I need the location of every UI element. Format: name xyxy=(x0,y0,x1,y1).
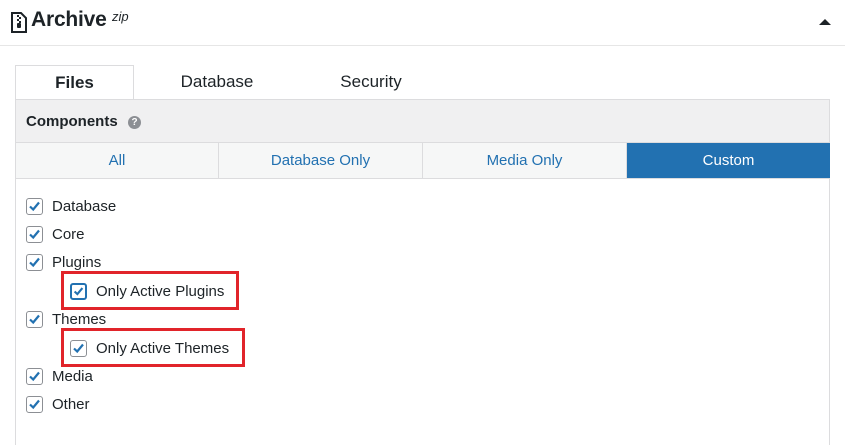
checkmark-icon xyxy=(29,229,40,239)
preset-all-button[interactable]: All xyxy=(16,143,219,178)
component-preset-selector: All Database Only Media Only Custom xyxy=(16,143,830,179)
database-checkbox-label: Database xyxy=(52,197,117,215)
core-checkbox-label: Core xyxy=(52,225,85,243)
preset-custom-button[interactable]: Custom xyxy=(627,143,830,178)
checkbox-row-database: Database xyxy=(26,195,116,217)
media-checkbox[interactable] xyxy=(26,367,43,385)
checkbox-row-core: Core xyxy=(26,223,85,245)
core-checkbox[interactable] xyxy=(26,225,43,243)
checkmark-icon xyxy=(29,314,40,324)
tab-security[interactable]: Security xyxy=(312,65,430,100)
only-active-plugins-checkbox[interactable] xyxy=(70,282,87,300)
themes-checkbox-label: Themes xyxy=(52,310,107,328)
other-checkbox[interactable] xyxy=(26,395,43,413)
checkmark-icon xyxy=(29,201,40,211)
tab-database[interactable]: Database xyxy=(157,65,277,100)
themes-checkbox[interactable] xyxy=(26,310,43,328)
checkmark-icon xyxy=(29,371,40,381)
tab-files[interactable]: Files xyxy=(15,65,134,100)
archive-panel-header: Archive zip xyxy=(0,0,845,46)
only-active-plugins-label: Only Active Plugins xyxy=(96,282,225,300)
checkbox-row-only-active-plugins: Only Active Plugins xyxy=(70,280,224,302)
database-checkbox[interactable] xyxy=(26,197,43,215)
checkmark-icon xyxy=(29,257,40,267)
components-header: Components ? xyxy=(16,100,829,143)
question-circle-icon[interactable]: ? xyxy=(128,116,141,129)
components-title: Components xyxy=(26,113,118,130)
checkmark-icon xyxy=(73,343,84,353)
plugins-checkbox-label: Plugins xyxy=(52,253,102,271)
title-format-label: zip xyxy=(112,9,129,24)
checkbox-row-only-active-themes: Only Active Themes xyxy=(70,337,229,359)
checkbox-row-plugins: Plugins xyxy=(26,251,101,273)
only-active-themes-label: Only Active Themes xyxy=(96,339,230,357)
checkbox-row-other: Other xyxy=(26,393,90,415)
zip-file-icon xyxy=(11,12,27,33)
preset-media-only-button[interactable]: Media Only xyxy=(423,143,627,178)
page-title: Archive xyxy=(31,8,107,31)
only-active-themes-checkbox[interactable] xyxy=(70,339,87,357)
caret-up-icon[interactable] xyxy=(819,18,831,26)
preset-database-only-button[interactable]: Database Only xyxy=(219,143,423,178)
checkmark-icon xyxy=(29,399,40,409)
checkbox-row-media: Media xyxy=(26,365,93,387)
plugins-checkbox[interactable] xyxy=(26,253,43,271)
checkbox-row-themes: Themes xyxy=(26,308,106,330)
other-checkbox-label: Other xyxy=(52,395,90,413)
checkmark-icon xyxy=(73,286,84,296)
media-checkbox-label: Media xyxy=(52,367,93,385)
